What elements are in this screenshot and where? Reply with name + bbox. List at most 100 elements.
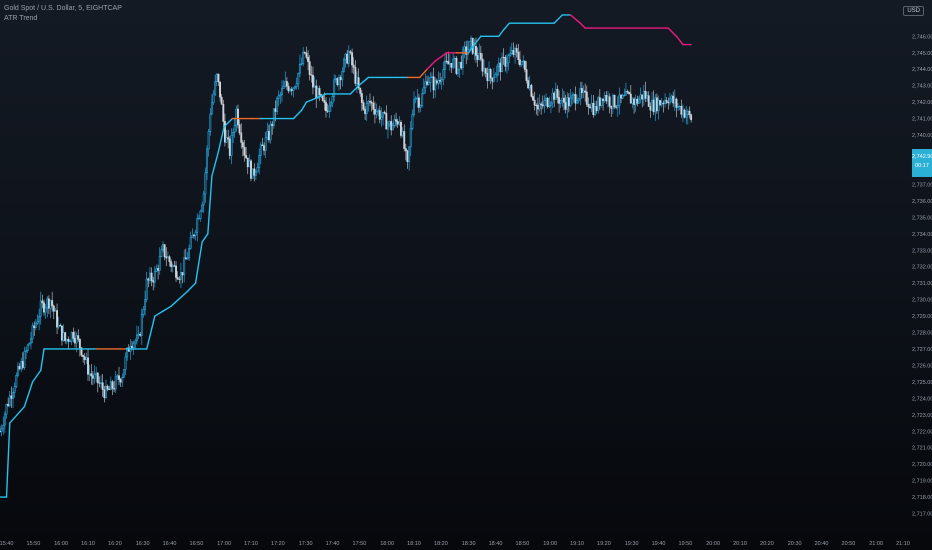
candle-body [479, 52, 482, 60]
candle-body [580, 88, 583, 93]
atr-trend-segment [357, 76, 370, 87]
x-tick-label: 15:50 [27, 541, 41, 547]
candle-body [114, 376, 117, 390]
candle-body [421, 93, 424, 107]
candle-body [103, 389, 106, 399]
candle-body [556, 88, 559, 98]
candle-body [248, 160, 251, 168]
candle-body [657, 100, 660, 112]
candle-body [271, 123, 274, 126]
candle-body [23, 351, 26, 368]
candle-body [132, 342, 135, 348]
candle-body [56, 310, 58, 328]
candle-body [168, 256, 171, 263]
candle-body [5, 404, 8, 415]
atr-trend-segment [675, 35, 684, 46]
candle-body [403, 131, 406, 149]
candle-body [233, 125, 236, 133]
candle-body [313, 85, 316, 88]
candle-body [87, 357, 89, 375]
candle-body [688, 110, 691, 116]
candle-body [440, 79, 443, 82]
candle-body [259, 144, 262, 156]
candle-body [214, 81, 217, 95]
candle-body [646, 95, 649, 99]
candle-body [328, 105, 331, 112]
candle-body [372, 102, 375, 110]
candle-body [605, 95, 608, 102]
candle-body [253, 168, 256, 176]
candle-body [607, 96, 609, 102]
candle-body [502, 56, 505, 59]
candle-body [608, 96, 611, 107]
y-tick-label: 2,746.00 [912, 34, 932, 40]
candle-body [276, 98, 279, 112]
candle-body [142, 309, 145, 315]
atr-trend-segment [186, 282, 197, 293]
candle-body [155, 268, 158, 272]
x-tick-label: 20:00 [706, 541, 720, 547]
candle-body [639, 94, 642, 100]
currency-button[interactable]: USD [903, 6, 924, 16]
price-chart[interactable]: 2,746.00 2,745.00 2,744.00 2,743.00 2,742.00… [0, 0, 932, 550]
candle-body [660, 102, 663, 106]
candle-body [519, 59, 521, 66]
candle-body [223, 121, 226, 143]
y-tick-label: 2,736.00 [912, 199, 932, 205]
candle-body [0, 428, 3, 432]
candle-body [538, 103, 541, 110]
candle-body [162, 244, 164, 251]
candle-body [662, 102, 665, 104]
x-tick-label: 16:50 [190, 541, 204, 547]
candle-body [207, 131, 210, 150]
candle-body [517, 51, 520, 60]
x-tick-label: 19:30 [625, 541, 639, 547]
candle-body [675, 98, 678, 108]
candle-body [442, 69, 445, 80]
candle-body [217, 73, 220, 83]
candle-body [590, 103, 593, 109]
y-tick-label: 2,737.00 [912, 182, 932, 188]
candle-body [46, 298, 49, 309]
candle-body [624, 91, 627, 96]
x-tick-label: 20:40 [815, 541, 829, 547]
candle-body [256, 167, 259, 173]
candle-body [536, 104, 539, 110]
y-tick-label: 2,734.00 [912, 232, 932, 238]
candle-body [175, 265, 177, 278]
candle-body [439, 79, 442, 82]
candle-body [514, 48, 517, 55]
candle-body [131, 346, 133, 348]
candle-body [494, 74, 497, 78]
candle-body [618, 94, 621, 106]
atr-trend-segment [207, 175, 213, 235]
candle-body [390, 121, 393, 131]
candle-body [96, 372, 99, 384]
indicator-label[interactable]: ATR Trend [4, 14, 122, 24]
candle-body [160, 249, 163, 257]
atr-trend-segment [9, 405, 26, 424]
candle-body [118, 375, 120, 380]
candle-body [184, 257, 187, 260]
candle-body [77, 335, 80, 340]
x-tick-label: 19:40 [652, 541, 666, 547]
atr-trend-segment [23, 381, 34, 408]
candle-body [457, 68, 459, 74]
y-tick-label: 2,742.00 [912, 100, 932, 106]
candle-body [654, 97, 657, 113]
candle-body [554, 88, 557, 100]
x-tick-label: 16:30 [136, 541, 150, 547]
candle-body [426, 81, 429, 85]
atr-trend-segment [154, 310, 164, 317]
candle-body [243, 146, 246, 156]
candle-body [434, 80, 437, 91]
x-tick-label: 16:00 [54, 541, 68, 547]
candle-body [391, 125, 394, 131]
candle-body [134, 340, 137, 344]
candle-body [145, 278, 148, 300]
candle-body [488, 69, 490, 81]
candle-body [417, 97, 420, 108]
candle-body [144, 299, 147, 310]
candle-body [54, 310, 57, 312]
candle-body [582, 90, 585, 93]
